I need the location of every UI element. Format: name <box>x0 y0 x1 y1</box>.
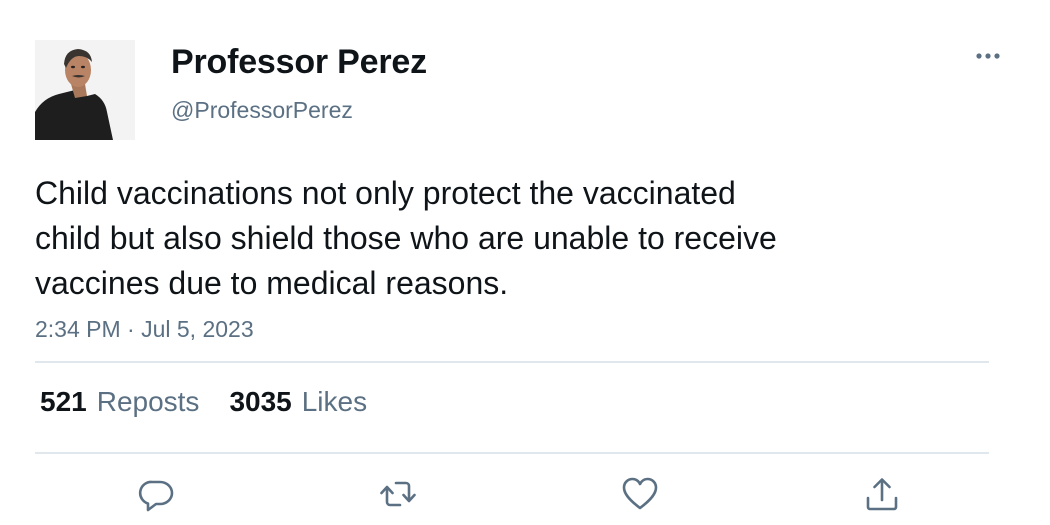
share-button[interactable] <box>862 474 902 514</box>
repost-icon <box>380 481 416 507</box>
tweet-timestamp[interactable]: 2:34 PM · Jul 5, 2023 <box>35 316 254 343</box>
more-icon <box>976 53 1000 59</box>
author-handle[interactable]: @ProfessorPerez <box>171 97 353 124</box>
reposts-stat[interactable]: 521 Reposts <box>40 386 199 418</box>
heart-icon <box>622 477 658 510</box>
author-display-name[interactable]: Professor Perez <box>171 43 427 82</box>
tweet-text-line: vaccines due to medical reasons. <box>35 265 509 301</box>
divider <box>35 452 989 454</box>
more-options-button[interactable] <box>970 42 1006 70</box>
likes-stat[interactable]: 3035 Likes <box>229 386 367 418</box>
tweet-text: Child vaccinations not only protect the … <box>35 171 935 306</box>
likes-label: Likes <box>301 386 368 417</box>
likes-count: 3035 <box>229 386 292 417</box>
like-button[interactable] <box>620 474 660 514</box>
reply-button[interactable] <box>136 474 176 514</box>
share-icon <box>866 478 898 511</box>
avatar[interactable] <box>35 40 135 140</box>
repost-button[interactable] <box>378 474 418 514</box>
tweet-card: Professor Perez @ProfessorPerez Child va… <box>0 0 1050 525</box>
tweet-text-line: child but also shield those who are unab… <box>35 220 777 256</box>
avatar-photo <box>35 40 135 140</box>
reposts-count: 521 <box>40 386 87 417</box>
tweet-text-line: Child vaccinations not only protect the … <box>35 175 736 211</box>
reply-icon <box>138 480 174 512</box>
engagement-stats: 521 Reposts 3035 Likes <box>40 386 397 418</box>
divider <box>35 361 989 363</box>
reposts-label: Reposts <box>96 386 200 417</box>
